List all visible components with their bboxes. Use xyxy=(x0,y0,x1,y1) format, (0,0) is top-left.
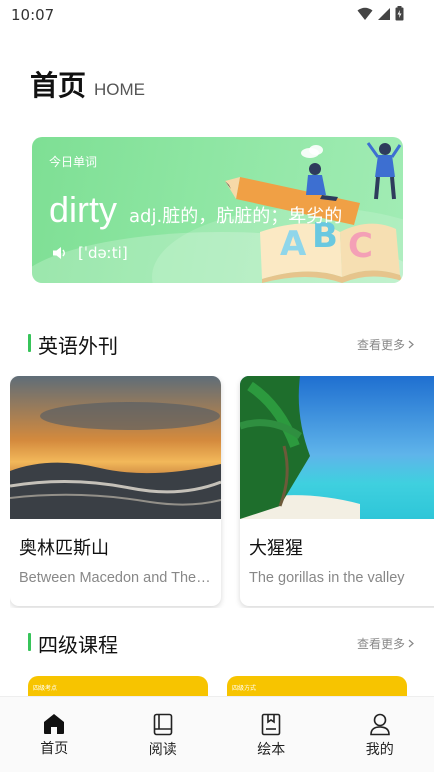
status-time: 10:07 xyxy=(11,6,55,24)
word-main-row: dirty adj.脏的，肮脏的；卑劣的 xyxy=(49,189,402,231)
word-text: dirty xyxy=(49,189,118,230)
articles-section-header: 英语外刊 查看更多 xyxy=(28,330,414,358)
home-icon xyxy=(44,714,65,734)
user-icon xyxy=(369,713,390,736)
tab-label: 阅读 xyxy=(148,742,177,758)
page-title: 首页 xyxy=(30,69,87,102)
sunset-sea-image xyxy=(10,376,221,519)
page-subtitle: HOME xyxy=(94,80,146,99)
article-title: 大猩猩 xyxy=(249,538,303,559)
word-definition: adj.脏的，肮脏的；卑劣的 xyxy=(129,206,343,227)
svg-text:C: C xyxy=(348,226,373,266)
status-icons xyxy=(357,6,404,21)
article-title: 奥林匹斯山 xyxy=(19,538,109,559)
tab-picture-book[interactable]: 绘本 xyxy=(217,697,326,772)
articles-section-title: 英语外刊 xyxy=(38,334,118,358)
courses-section-title: 四级课程 xyxy=(38,633,118,657)
tab-label: 首页 xyxy=(40,741,69,757)
section-accent-bar xyxy=(28,334,31,352)
chevron-right-icon xyxy=(408,340,414,349)
section-accent-bar xyxy=(28,633,31,651)
courses-section-header: 四级课程 查看更多 xyxy=(28,629,414,657)
pronunciation-row: [ˈdəːti] xyxy=(52,244,128,262)
chevron-right-icon xyxy=(408,639,414,648)
book-icon xyxy=(153,713,173,736)
page-header: 首页 HOME xyxy=(30,64,145,104)
tab-reading[interactable]: 阅读 xyxy=(109,697,218,772)
signal-icon xyxy=(378,7,390,20)
bottom-tab-bar: 首页 阅读 绘本 我的 xyxy=(0,696,434,772)
course-tag: 四级方式 xyxy=(232,685,257,692)
word-of-day-card[interactable]: A B C 今日单词 dirty adj.脏的，肮脏的；卑劣的 [ˈdəːti] xyxy=(32,137,403,283)
status-bar: 10:07 xyxy=(0,0,434,30)
wifi-icon xyxy=(357,7,373,20)
word-card-label: 今日单词 xyxy=(49,155,98,169)
word-phonetic: [ˈdəːti] xyxy=(78,244,128,262)
courses-more-link[interactable]: 查看更多 xyxy=(357,635,414,652)
articles-more-link[interactable]: 查看更多 xyxy=(357,336,414,353)
more-link-label: 查看更多 xyxy=(356,338,405,352)
picture-book-icon xyxy=(261,713,281,736)
article-card[interactable]: 大猩猩 The gorillas in the valley xyxy=(240,376,434,606)
tab-profile[interactable]: 我的 xyxy=(326,697,434,772)
article-card[interactable]: 奥林匹斯山 Between Macedon and Thessaly xyxy=(10,376,221,606)
article-subtitle: The gorillas in the valley xyxy=(249,570,405,586)
battery-icon xyxy=(395,6,404,21)
articles-carousel[interactable]: 奥林匹斯山 Between Macedon and Thessaly 大猩猩 T… xyxy=(10,376,434,608)
more-link-label: 查看更多 xyxy=(356,637,405,651)
article-subtitle: Between Macedon and Thessaly xyxy=(19,570,215,586)
course-tag: 四级考点 xyxy=(33,685,58,692)
speaker-icon[interactable] xyxy=(52,246,68,260)
tab-label: 我的 xyxy=(365,742,394,758)
tab-label: 绘本 xyxy=(257,742,286,758)
tropical-beach-image xyxy=(240,376,434,519)
courses-carousel[interactable]: 四级考点 四级方式 xyxy=(0,676,434,706)
tab-home[interactable]: 首页 xyxy=(0,697,109,772)
